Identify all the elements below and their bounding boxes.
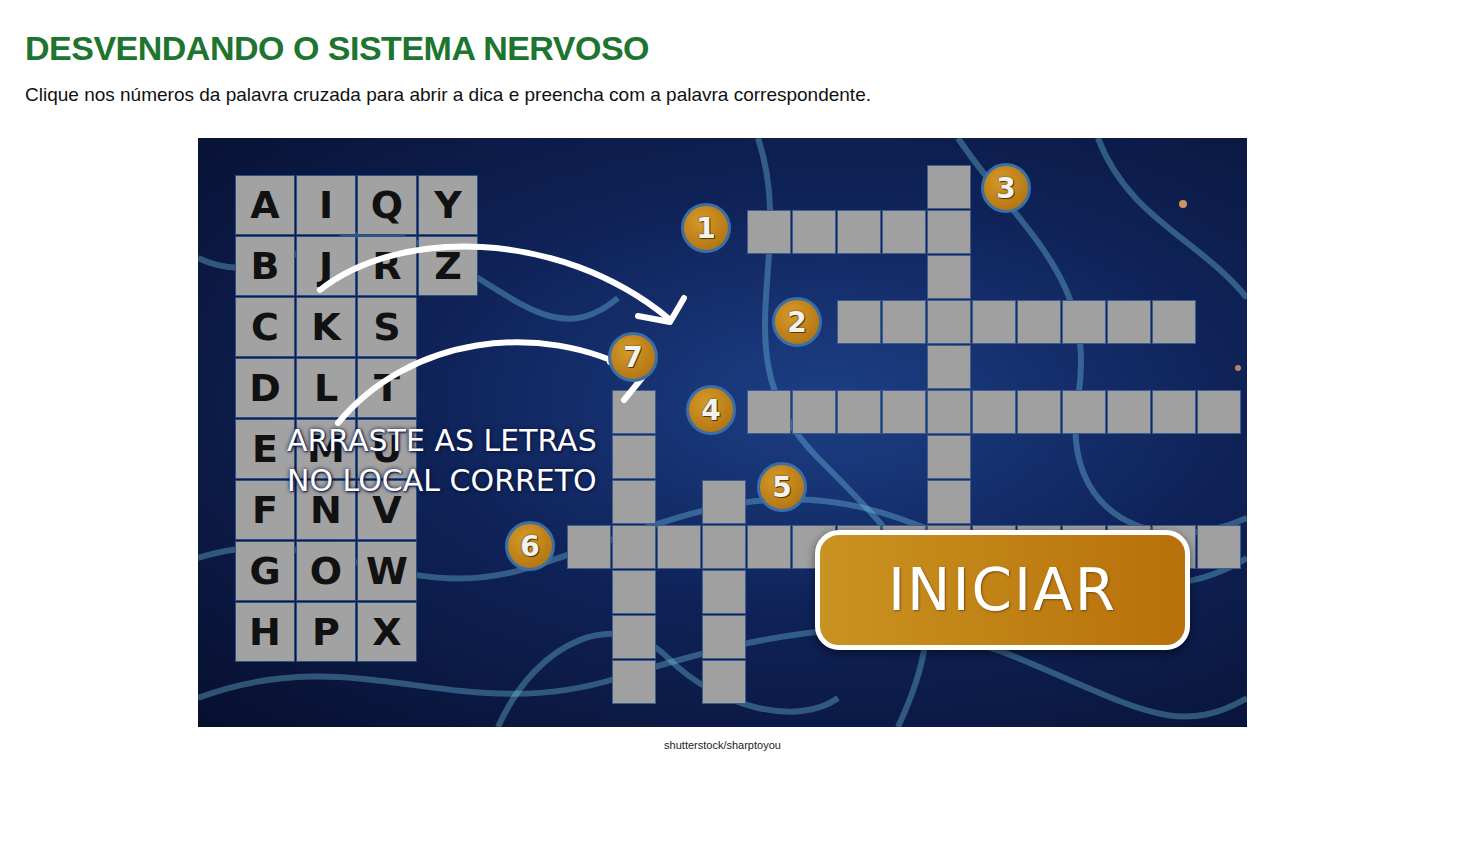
letter-tile[interactable]: W [357, 541, 417, 601]
clue-number-badge[interactable]: 2 [772, 297, 822, 347]
drag-hint: ARRASTE AS LETRASNO LOCAL CORRETO [287, 421, 597, 501]
crossword-cell[interactable] [927, 345, 971, 389]
crossword-cell[interactable] [927, 435, 971, 479]
page: DESVENDANDO O SISTEMA NERVOSO Clique nos … [0, 0, 1460, 850]
crossword-cell[interactable] [1152, 390, 1196, 434]
crossword-cell[interactable] [1017, 300, 1061, 344]
crossword-cell[interactable] [1197, 525, 1241, 569]
crossword-cell[interactable] [567, 525, 611, 569]
letter-tile[interactable]: D [235, 358, 295, 418]
crossword-cell[interactable] [747, 210, 791, 254]
crossword-cell[interactable] [837, 390, 881, 434]
letter-tile[interactable]: Y [418, 175, 478, 235]
crossword-cell[interactable] [702, 480, 746, 524]
crossword-cell[interactable] [702, 570, 746, 614]
crossword-cell[interactable] [972, 390, 1016, 434]
crossword-cell[interactable] [882, 210, 926, 254]
crossword-cell[interactable] [927, 480, 971, 524]
crossword-cell[interactable] [1152, 300, 1196, 344]
start-button[interactable]: INICIAR [815, 530, 1190, 650]
letter-tile[interactable]: H [235, 602, 295, 662]
crossword-cell[interactable] [972, 300, 1016, 344]
image-credit: shutterstock/sharptoyou [198, 739, 1247, 751]
crossword-cell[interactable] [1107, 300, 1151, 344]
crossword-cell[interactable] [702, 615, 746, 659]
letter-tile[interactable]: E [235, 419, 295, 479]
clue-number-badge[interactable]: 6 [505, 521, 555, 571]
crossword-cell[interactable] [882, 390, 926, 434]
clue-number-badge[interactable]: 4 [686, 385, 736, 435]
crossword-cell[interactable] [1197, 390, 1241, 434]
crossword-cell[interactable] [1062, 300, 1106, 344]
crossword-cell[interactable] [612, 435, 656, 479]
letter-tile[interactable]: B [235, 236, 295, 296]
activity-figure: ABCDEFGHIJKLMNOPQRSTUVWXYZ1234567ARRASTE… [198, 138, 1247, 751]
hint-line: ARRASTE AS LETRAS [287, 421, 597, 461]
clue-number-badge[interactable]: 7 [608, 332, 658, 382]
letter-tile[interactable]: S [357, 297, 417, 357]
crossword-cell[interactable] [702, 660, 746, 704]
letter-tile[interactable]: P [296, 602, 356, 662]
crossword-cell[interactable] [792, 390, 836, 434]
crossword-cell[interactable] [882, 300, 926, 344]
crossword-cell[interactable] [927, 165, 971, 209]
crossword-cell[interactable] [927, 210, 971, 254]
letter-tile[interactable]: A [235, 175, 295, 235]
crossword-cell[interactable] [612, 525, 656, 569]
crossword-cell[interactable] [612, 390, 656, 434]
crossword-cell[interactable] [747, 390, 791, 434]
crossword-cell[interactable] [927, 300, 971, 344]
instructions: Clique nos números da palavra cruzada pa… [25, 82, 1460, 108]
crossword-game[interactable]: ABCDEFGHIJKLMNOPQRSTUVWXYZ1234567ARRASTE… [198, 138, 1247, 727]
crossword-cell[interactable] [792, 210, 836, 254]
letter-tile[interactable]: O [296, 541, 356, 601]
letter-tile[interactable]: X [357, 602, 417, 662]
letter-tile[interactable]: Q [357, 175, 417, 235]
crossword-cell[interactable] [927, 390, 971, 434]
crossword-cell[interactable] [612, 480, 656, 524]
crossword-cell[interactable] [657, 525, 701, 569]
crossword-cell[interactable] [1062, 390, 1106, 434]
letter-tile[interactable]: I [296, 175, 356, 235]
crossword-cell[interactable] [1017, 390, 1061, 434]
hint-line: NO LOCAL CORRETO [287, 461, 597, 501]
crossword-cell[interactable] [837, 300, 881, 344]
page-title: DESVENDANDO O SISTEMA NERVOSO [25, 28, 1460, 68]
letter-tile[interactable]: K [296, 297, 356, 357]
clue-number-badge[interactable]: 1 [681, 203, 731, 253]
crossword-cell[interactable] [612, 615, 656, 659]
crossword-cell[interactable] [927, 255, 971, 299]
clue-number-badge[interactable]: 5 [757, 462, 807, 512]
crossword-cell[interactable] [612, 570, 656, 614]
letter-tile[interactable]: F [235, 480, 295, 540]
clue-number-badge[interactable]: 3 [981, 163, 1031, 213]
letter-tile[interactable]: G [235, 541, 295, 601]
crossword-cell[interactable] [747, 525, 791, 569]
crossword-cell[interactable] [612, 660, 656, 704]
crossword-cell[interactable] [837, 210, 881, 254]
crossword-cell[interactable] [702, 525, 746, 569]
crossword-cell[interactable] [1107, 390, 1151, 434]
letter-tile[interactable]: C [235, 297, 295, 357]
